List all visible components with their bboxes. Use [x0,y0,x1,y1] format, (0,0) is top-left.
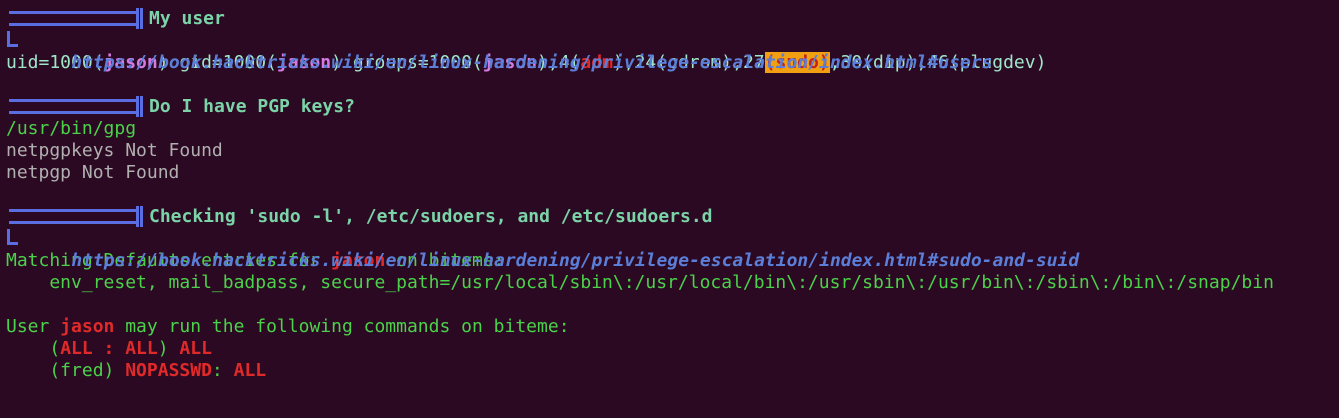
hacktricks-link-users[interactable]: https://book.hacktricks.wiki/en/linux-ha… [6,30,1339,73]
sudo-rule-fred: (fred) NOPASSWD: ALL [6,360,1339,382]
rule-text: ( [6,338,61,359]
rule-nopasswd-tag: NOPASSWD [125,360,212,381]
may-run-line: User jason may run the following command… [6,316,1339,338]
link-corner-icon [7,31,18,47]
defaults-entries: env_reset, mail_badpass, secure_path=/us… [6,272,1274,293]
username: jason [60,316,115,337]
rule-command: ALL [179,338,212,359]
gpg-path: /usr/bin/gpg [6,118,137,139]
section-header-my-user: My user [6,8,1339,30]
rule-text: ) [157,338,180,359]
terminal-output[interactable]: My user https://book.hacktricks.wiki/en/… [0,0,1339,418]
may-run-text: User [6,316,61,337]
section-bar-icon [9,96,143,117]
link-text[interactable]: https://book.hacktricks.wiki/en/linux-ha… [49,52,992,73]
rule-text: (fred) [6,360,126,381]
section-title: Do I have PGP keys? [149,96,355,117]
may-run-text: may run the following commands on biteme… [114,316,570,337]
sudo-rule-all: (ALL : ALL) ALL [6,338,1339,360]
section-title: Checking 'sudo -l', /etc/sudoers, and /e… [149,206,713,227]
section-title: My user [149,8,225,29]
rule-text: : [211,360,234,381]
section-header-sudo: Checking 'sudo -l', /etc/sudoers, and /e… [6,206,1339,228]
rule-command: ALL [233,360,267,381]
hacktricks-link-sudo[interactable]: https://book.hacktricks.wiki/en/linux-ha… [6,228,1339,271]
netpgp-status: netpgp Not Found [6,162,180,183]
netpgpkeys-status: netpgpkeys Not Found [6,140,223,161]
link-corner-icon [7,229,18,245]
section-bar-icon [9,206,143,227]
section-header-pgp: Do I have PGP keys? [6,96,1339,118]
section-bar-icon [9,8,143,29]
rule-runas: ALL : ALL [60,338,158,359]
link-text[interactable]: https://book.hacktricks.wiki/en/linux-ha… [49,250,1079,271]
